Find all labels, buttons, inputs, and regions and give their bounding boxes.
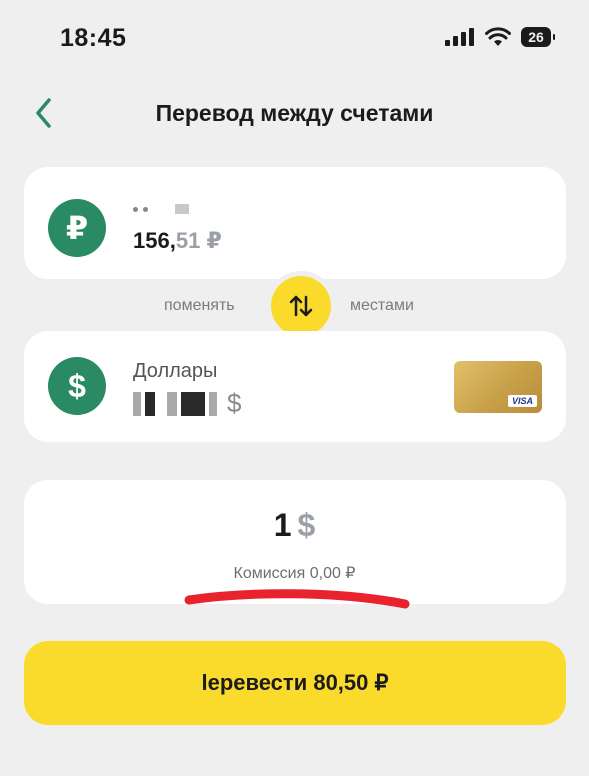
- to-account-name: Доллары: [133, 360, 218, 382]
- from-account-balance: 156,51 ₽: [133, 228, 222, 253]
- to-account-balance-masked: $: [133, 388, 241, 419]
- swap-arrows-icon: [289, 295, 313, 317]
- dollar-icon: $: [48, 357, 106, 415]
- battery-icon: 26: [521, 27, 555, 47]
- battery-level: 26: [528, 29, 544, 45]
- masked-account-name: [133, 204, 189, 214]
- swap-accounts-button[interactable]: [271, 276, 331, 336]
- swap-label-left: поменять: [164, 297, 235, 314]
- swap-label-right: местами: [350, 297, 414, 314]
- status-time: 18:45: [60, 24, 127, 52]
- visa-logo: VISA: [507, 395, 537, 407]
- red-underline-annotation: [184, 589, 410, 609]
- page-title: Перевод между счетами: [155, 100, 434, 126]
- bank-card-thumbnail: VISA: [454, 361, 542, 413]
- status-icons: 26: [445, 27, 555, 47]
- transfer-amount-input[interactable]: 1 $: [0, 507, 589, 544]
- cellular-signal-icon: [445, 28, 474, 46]
- transfer-submit-button[interactable]: lеревести 80,50 ₽: [24, 641, 566, 725]
- wifi-icon: [485, 27, 511, 46]
- ruble-icon: ₽: [48, 199, 106, 257]
